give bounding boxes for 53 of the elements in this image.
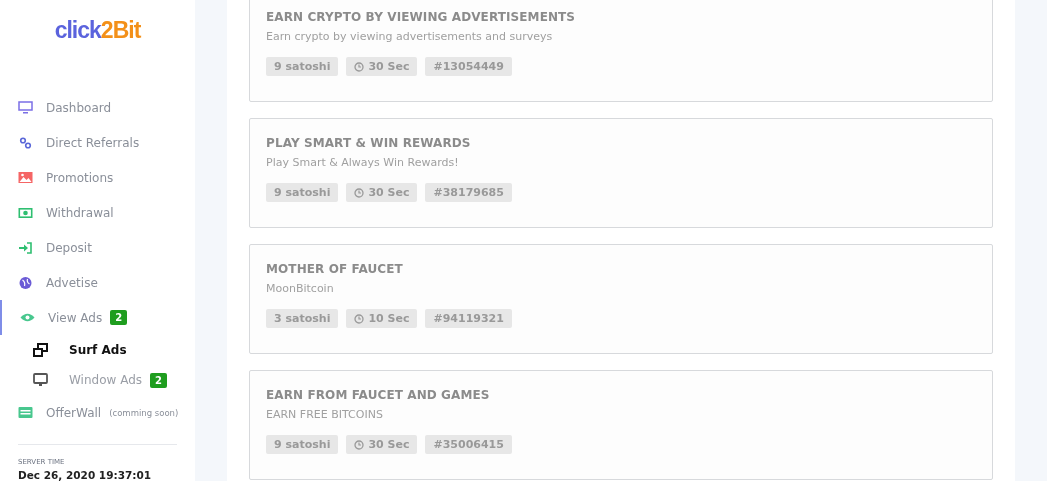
duration-tag: 30 Sec (346, 57, 418, 76)
logo: click2Bit (54, 17, 141, 44)
ad-title: PLAY SMART & WIN REWARDS (266, 136, 472, 150)
ad-description: Earn crypto by viewing advertisements and surveys (266, 30, 554, 43)
duration-tag: 10 Sec (346, 309, 418, 328)
ad-description: MoonBitcoin (266, 282, 335, 295)
submenu-item[interactable]: Window Ads 2 (0, 365, 195, 395)
sidebar-item[interactable]: OfferWall (comming soon) (0, 395, 195, 430)
sidebar-item[interactable]: View Ads 2 (0, 300, 195, 335)
sidebar-item[interactable]: Promotions (0, 160, 195, 195)
count-badge: 2 (110, 310, 128, 325)
eye-icon (20, 313, 35, 322)
ad-description: EARN FREE BITCOINS (266, 408, 384, 421)
ad-description: Play Smart & Always Win Rewards! (266, 156, 460, 169)
ad-title: EARN FROM FAUCET AND GAMES (266, 388, 491, 402)
monitor-icon (33, 373, 48, 387)
note-text: (comming soon) (109, 407, 179, 418)
clock-icon (354, 313, 365, 324)
clock-icon (354, 439, 365, 450)
ad-card[interactable]: EARN CRYPTO BY VIEWING ADVERTISEMENTS Earn crypto by viewing advertisements and surveys 9 satoshi 30 Sec #13054449 (249, 0, 993, 102)
monitor-icon (18, 101, 33, 114)
id-tag: #13054449 (425, 57, 512, 76)
globe-icon (18, 276, 33, 289)
link-icon (18, 136, 33, 149)
duration-tag: 30 Sec (346, 183, 418, 202)
clock-icon (354, 61, 365, 72)
sign-in-icon (18, 241, 33, 254)
ad-title: EARN CRYPTO BY VIEWING ADVERTISEMENTS (266, 10, 577, 24)
reward-tag: 9 satoshi (266, 435, 339, 454)
ad-card[interactable]: PLAY SMART & WIN REWARDS Play Smart & Always Win Rewards! 9 satoshi 30 Sec #38179685 (249, 118, 993, 228)
list-icon (18, 407, 33, 418)
submenu-item[interactable]: Surf Ads (0, 335, 195, 365)
windows-icon (33, 343, 48, 357)
sidebar-item[interactable]: Direct Referrals (0, 125, 195, 160)
clock-icon (354, 187, 365, 198)
count-badge: 2 (150, 372, 167, 388)
ad-card[interactable]: EARN FROM FAUCET AND GAMES EARN FREE BITCOINS 9 satoshi 30 Sec #35006415 (249, 370, 993, 480)
reward-tag: 9 satoshi (266, 183, 339, 202)
reward-tag: 3 satoshi (266, 309, 339, 328)
id-tag: #94119321 (425, 309, 512, 328)
sidebar-item[interactable]: Advetise (0, 265, 195, 300)
reward-tag: 9 satoshi (266, 57, 339, 76)
money-icon (18, 207, 33, 218)
image-icon (18, 172, 33, 183)
ad-card[interactable]: MOTHER OF FAUCET MoonBitcoin 3 satoshi 10 Sec #94119321 (249, 244, 993, 354)
sidebar-item[interactable]: Deposit (0, 230, 195, 265)
ad-title: MOTHER OF FAUCET (266, 262, 404, 276)
sidebar-item[interactable]: Dashboard (0, 90, 195, 125)
id-tag: #38179685 (425, 183, 512, 202)
duration-tag: 30 Sec (346, 435, 418, 454)
server-time: Dec 26, 2020 19:37:01 (18, 469, 153, 481)
id-tag: #35006415 (425, 435, 512, 454)
sidebar-item[interactable]: Withdrawal (0, 195, 195, 230)
